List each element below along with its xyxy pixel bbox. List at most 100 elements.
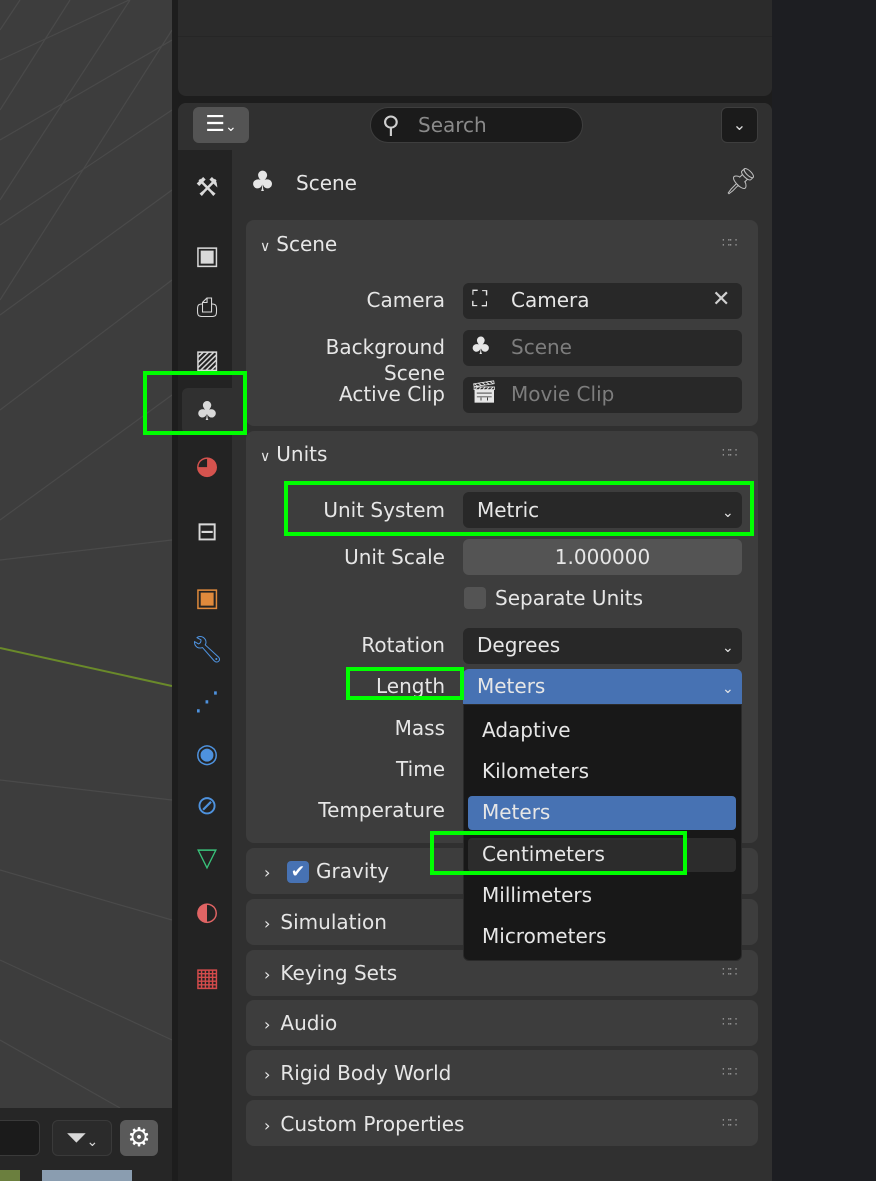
thumbnail[interactable] <box>0 1170 20 1181</box>
thumbnail[interactable] <box>42 1170 132 1181</box>
unit-system-value: Metric <box>477 498 540 522</box>
tab-output[interactable]: ⎙ <box>185 288 229 328</box>
camera-value: Camera <box>511 288 590 312</box>
drag-handle-icon[interactable]: ∷∷ <box>722 447 738 461</box>
active-clip-value: Movie Clip <box>511 382 615 406</box>
chevron-down-icon: ∨ <box>260 449 271 465</box>
chevron-right-icon: › <box>264 863 271 882</box>
menu-item-micrometers[interactable]: Micrometers <box>482 923 606 949</box>
material-icon: ◐ <box>195 897 219 927</box>
gravity-label: Gravity <box>316 859 390 883</box>
image-icon: ▨ <box>194 345 220 375</box>
clapperboard-icon: 🎬︎ <box>470 380 498 405</box>
gravity-panel-header[interactable]: › <box>264 858 270 886</box>
settings-button[interactable]: ⚙ <box>120 1120 158 1156</box>
viewport-grid <box>0 0 172 1108</box>
tab-object[interactable]: ▣ <box>185 578 229 618</box>
rotation-value: Degrees <box>477 633 561 657</box>
keying-sets-panel-header[interactable]: › Keying Sets <box>264 960 397 988</box>
chevron-down-icon: ⌄ <box>722 505 734 521</box>
constraint-icon: ⊘ <box>196 791 218 821</box>
rigid-body-world-panel-header[interactable]: › Rigid Body World <box>264 1060 451 1088</box>
scene-icon: ♣ <box>470 332 492 360</box>
printer-icon: ⎙ <box>196 293 218 323</box>
editor-type-button[interactable]: ☰⌄ <box>193 107 249 143</box>
filter-button[interactable]: ⏷⌄ <box>52 1120 112 1156</box>
drag-handle-icon[interactable]: ∷∷ <box>722 237 738 251</box>
menu-item-adaptive[interactable]: Adaptive <box>482 717 571 743</box>
separate-units-label: Separate Units <box>495 586 644 610</box>
camera-field[interactable] <box>463 283 742 319</box>
custom-properties-panel-header[interactable]: › Custom Properties <box>264 1111 464 1139</box>
viewport-search-field[interactable] <box>0 1120 40 1156</box>
chevron-down-icon: ⌄ <box>732 115 747 134</box>
chevron-down-icon: ∨ <box>260 239 271 255</box>
collection-box-icon: ⊟ <box>196 517 218 547</box>
length-label: Length <box>376 674 445 698</box>
scene-icon: ♣ <box>250 165 276 198</box>
camera-object-icon: ⛶ <box>472 287 488 312</box>
separate-units-checkbox[interactable] <box>464 587 486 609</box>
filter-icon: ⏷ <box>65 1123 87 1153</box>
tab-render[interactable]: ▣ <box>185 236 229 276</box>
units-panel-header[interactable]: ∨ Units <box>260 441 327 470</box>
texture-icon: ▦ <box>194 963 220 993</box>
simulation-panel-header[interactable]: › Simulation <box>264 909 387 937</box>
gear-icon: ⚙ <box>127 1123 151 1153</box>
tab-physics[interactable]: ◉ <box>185 734 229 774</box>
tab-collection[interactable]: ⊟ <box>185 512 229 552</box>
tab-world[interactable]: ◕ <box>185 446 229 486</box>
context-label: Scene <box>296 171 357 195</box>
close-icon[interactable]: ✕ <box>712 287 730 313</box>
camera-back-icon: ▣ <box>194 241 220 271</box>
drag-handle-icon[interactable]: ∷∷ <box>722 1117 738 1131</box>
tab-tool[interactable]: ⚒ <box>185 168 229 208</box>
world-icon: ◕ <box>195 451 219 481</box>
chevron-right-icon: › <box>264 1065 271 1084</box>
mass-label: Mass <box>394 716 445 740</box>
menu-item-centimeters[interactable]: Centimeters <box>482 841 605 867</box>
unit-scale-value: 1.000000 <box>554 545 651 569</box>
search-icon: ⚲ <box>382 111 400 139</box>
right-background <box>772 0 876 1181</box>
audio-panel-header[interactable]: › Audio <box>264 1010 337 1038</box>
active-clip-label: Active Clip <box>339 382 445 406</box>
chevron-right-icon: › <box>264 914 271 933</box>
wrench-icon: 🔧︎ <box>190 635 224 665</box>
drag-handle-icon[interactable]: ∷∷ <box>722 1016 738 1030</box>
menu-item-kilometers[interactable]: Kilometers <box>482 758 589 784</box>
3d-viewport[interactable] <box>0 0 172 1108</box>
background-scene-label: Background Scene <box>325 335 445 385</box>
tab-modifiers[interactable]: 🔧︎ <box>185 630 229 670</box>
scene-panel-header[interactable]: ∨ Scene <box>260 231 337 260</box>
chevron-down-icon: ⌄ <box>86 1134 99 1150</box>
upper-editor-area <box>178 0 772 96</box>
background-scene-field[interactable] <box>463 330 742 366</box>
mesh-data-icon: ▽ <box>197 843 217 873</box>
menu-item-millimeters[interactable]: Millimeters <box>482 882 592 908</box>
object-icon: ▣ <box>194 583 220 613</box>
gravity-checkbox[interactable]: ✔ <box>287 861 309 883</box>
tab-texture[interactable]: ▦ <box>185 958 229 998</box>
drag-handle-icon[interactable]: ∷∷ <box>722 1066 738 1080</box>
tab-scene[interactable]: ♣ <box>185 392 229 432</box>
search-placeholder: Search <box>418 113 487 137</box>
chevron-down-icon: ⌄ <box>722 640 734 656</box>
tab-data[interactable]: ▽ <box>185 838 229 878</box>
time-label: Time <box>396 757 445 781</box>
particles-icon: ⋰ <box>194 687 220 717</box>
menu-item-meters[interactable]: Meters <box>482 799 550 825</box>
physics-icon: ◉ <box>195 739 219 769</box>
pin-icon[interactable]: 📌︎ <box>724 166 757 198</box>
tab-view-layer[interactable]: ▨ <box>185 340 229 380</box>
unit-scale-label: Unit Scale <box>344 545 445 569</box>
tab-material[interactable]: ◐ <box>185 892 229 932</box>
chevron-right-icon: › <box>264 1015 271 1034</box>
chevron-right-icon: › <box>264 1116 271 1135</box>
drag-handle-icon[interactable]: ∷∷ <box>722 966 738 980</box>
properties-editor-icon: ☰ <box>205 112 225 137</box>
tab-constraints[interactable]: ⊘ <box>185 786 229 826</box>
tab-particles[interactable]: ⋰ <box>185 682 229 722</box>
tool-icon: ⚒ <box>195 173 219 203</box>
options-dropdown-button[interactable]: ⌄ <box>721 107 758 143</box>
